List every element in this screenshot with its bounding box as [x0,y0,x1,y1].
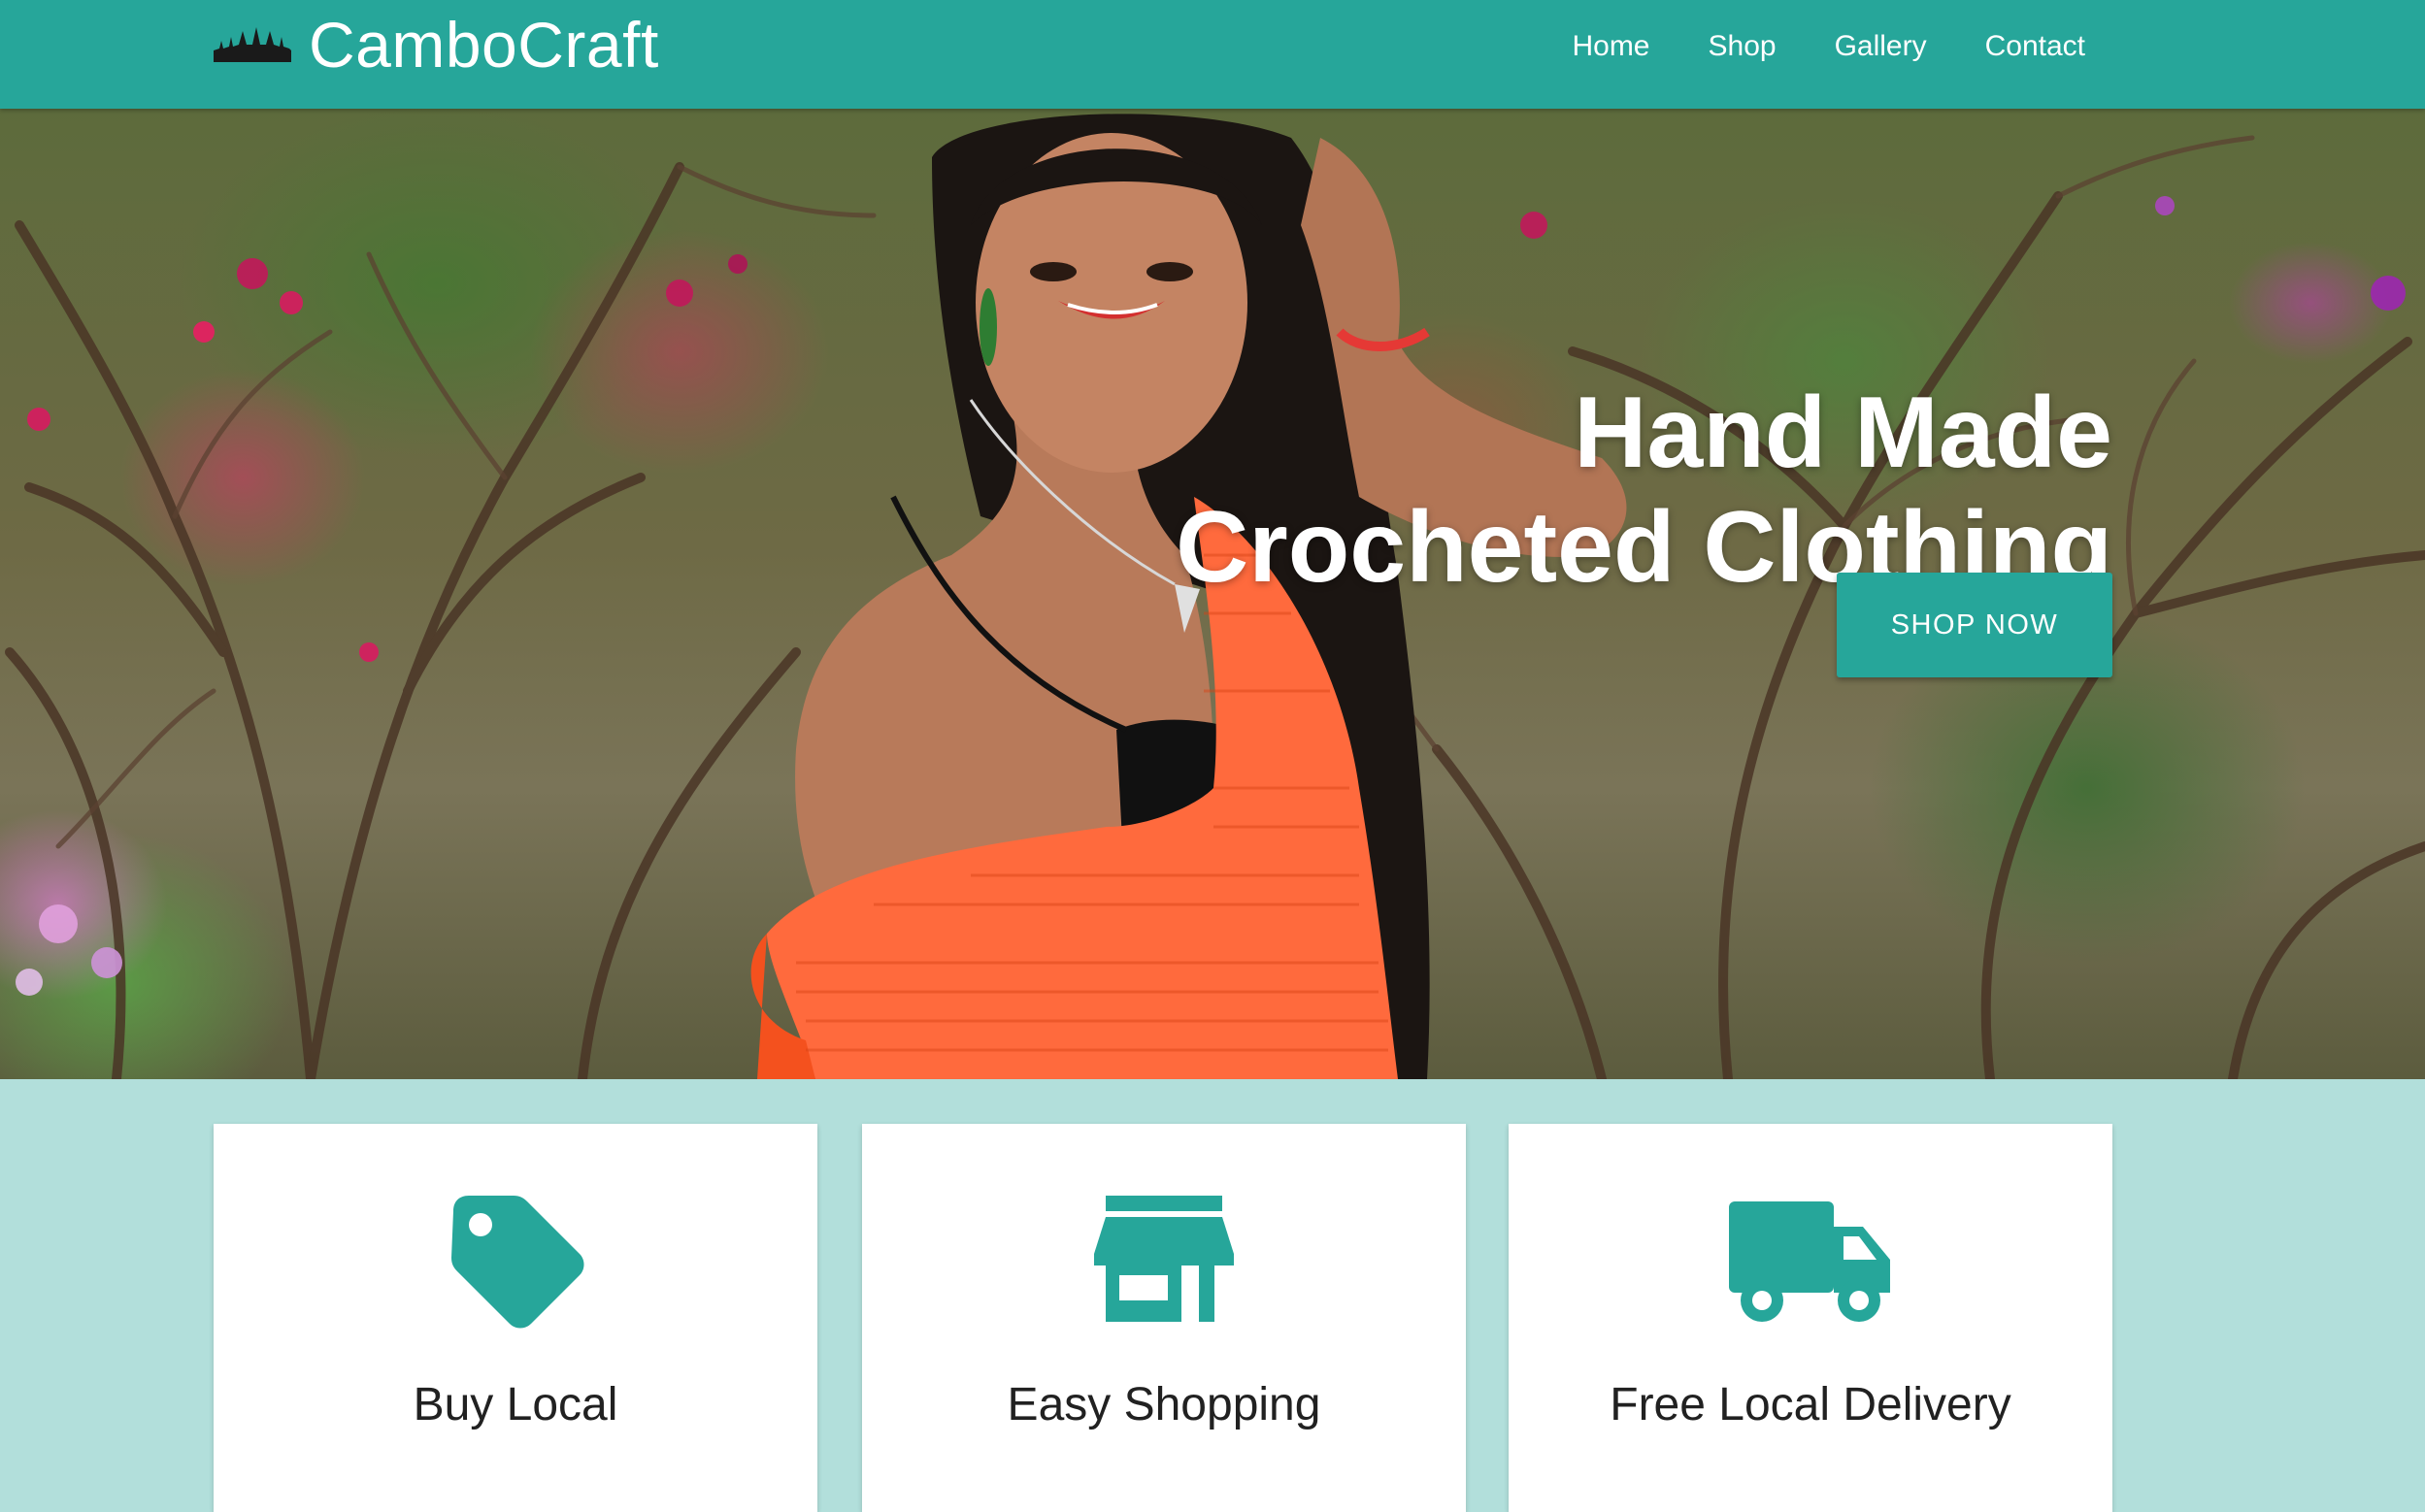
nav-link-shop[interactable]: Shop [1709,30,1777,62]
hero-heading-line-1: Hand Made [1574,376,2112,489]
feature-title-free-local-delivery: Free Local Delivery [1610,1379,2011,1430]
feature-card-free-local-delivery: Free Local Delivery [1509,1124,2112,1512]
delivery-truck-icon [1729,1201,1890,1322]
top-navbar: CamboCraft Home Shop Gallery Contact [0,0,2425,109]
nav-menu: Home Shop Gallery Contact [1513,0,2085,93]
price-tag-icon [451,1196,584,1329]
feature-title-buy-local: Buy Local [413,1379,618,1430]
hero-heading: Hand Made Crocheted Clothing [1176,376,2112,605]
nav-item-shop: Shop [1709,30,1777,63]
hero-banner: Hand Made Crocheted Clothing SHOP NOW [0,109,2425,1079]
features-section: Buy Local Easy Shopping Free Local Deliv… [0,1079,2425,1512]
storefront-icon [1094,1196,1234,1322]
shop-now-button[interactable]: SHOP NOW [1837,573,2112,677]
nav-item-contact: Contact [1985,30,2085,63]
feature-title-easy-shopping: Easy Shopping [1007,1379,1321,1430]
brand-logo-link[interactable]: CamboCraft [214,0,659,89]
feature-card-buy-local: Buy Local [214,1124,817,1512]
nav-link-gallery[interactable]: Gallery [1835,30,1927,62]
nav-link-home[interactable]: Home [1572,30,1649,62]
nav-item-home: Home [1572,30,1649,63]
feature-card-easy-shopping: Easy Shopping [862,1124,1466,1512]
nav-item-gallery: Gallery [1835,30,1927,63]
brand-name: CamboCraft [309,9,659,81]
angkor-temple-icon [214,27,291,62]
nav-link-contact[interactable]: Contact [1985,30,2085,62]
